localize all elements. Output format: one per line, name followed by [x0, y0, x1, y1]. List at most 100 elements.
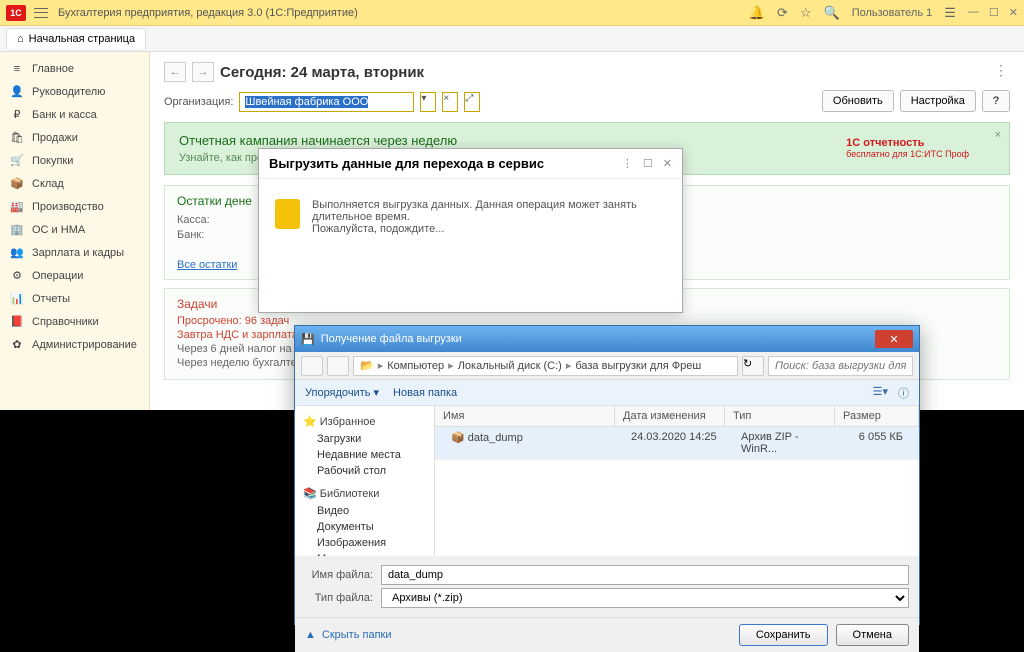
close-icon[interactable]: ✕	[1009, 6, 1018, 19]
tree-item[interactable]: Музыка	[303, 551, 426, 556]
folder-tree[interactable]: ⭐ ИзбранноеЗагрузкиНедавние местаРабочий…	[295, 406, 435, 556]
sidebar-label: Банк и касса	[32, 109, 97, 121]
sidebar-label: Руководителю	[32, 86, 105, 98]
sidebar-label: Продажи	[32, 132, 78, 144]
col-name[interactable]: Имя	[435, 406, 615, 426]
sidebar-item[interactable]: 🏢 ОС и НМА	[0, 218, 149, 241]
org-open-button[interactable]: ⤢	[464, 92, 480, 112]
sidebar-item[interactable]: ₽Банк и касса	[0, 103, 149, 126]
app-logo-icon: 1C	[6, 5, 26, 21]
tree-item[interactable]: Недавние места	[303, 447, 426, 463]
sidebar-icon: ✿	[10, 338, 24, 351]
sidebar-item[interactable]: 🏭Производство	[0, 195, 149, 218]
tree-item[interactable]: Загрузки	[303, 431, 426, 447]
export-modal: Выгрузить данные для перехода в сервис ⋮…	[258, 148, 683, 313]
maximize-icon[interactable]: ☐	[989, 6, 999, 19]
app-title: Бухгалтерия предприятия, редакция 3.0 (1…	[58, 7, 749, 19]
refresh-button[interactable]: Обновить	[822, 90, 894, 112]
archive-icon: 📦	[451, 432, 465, 444]
search-icon[interactable]: 🔍	[824, 5, 840, 21]
save-button[interactable]: Сохранить	[739, 624, 828, 646]
more-icon[interactable]: ⋮	[994, 62, 1008, 79]
forward-button[interactable]: →	[192, 62, 214, 82]
new-folder-button[interactable]: Новая папка	[393, 387, 457, 399]
sidebar-label: Справочники	[32, 316, 99, 328]
back-button[interactable]: ←	[164, 62, 186, 82]
col-date[interactable]: Дата изменения	[615, 406, 725, 426]
all-balances-link[interactable]: Все остатки	[177, 259, 237, 271]
sidebar-icon: 🛍	[10, 131, 24, 144]
sidebar-item[interactable]: 📊Отчеты	[0, 287, 149, 310]
banner-close-icon[interactable]: ×	[995, 129, 1001, 141]
settings-button[interactable]: Настройка	[900, 90, 976, 112]
col-type[interactable]: Тип	[725, 406, 835, 426]
sidebar-icon: ≡	[10, 63, 24, 75]
sidebar-label: Склад	[32, 178, 64, 190]
sidebar-item[interactable]: 👥Зарплата и кадры	[0, 241, 149, 264]
modal-settings-icon[interactable]: ⋮	[622, 157, 633, 170]
nav-back-button[interactable]	[301, 356, 323, 376]
sidebar-label: ОС и НМА	[32, 224, 85, 236]
tree-item[interactable]: Изображения	[303, 535, 426, 551]
view-menu-icon[interactable]: ☰▾	[873, 385, 888, 401]
tab-label: Начальная страница	[29, 33, 135, 45]
menu-icon[interactable]	[34, 8, 48, 18]
sidebar-item[interactable]: 📕Справочники	[0, 310, 149, 333]
tree-item[interactable]: Видео	[303, 503, 426, 519]
sidebar-icon: 📊	[10, 292, 24, 305]
sidebar-item[interactable]: 🛒 Покупки	[0, 149, 149, 172]
sidebar-icon: 👤	[10, 85, 24, 98]
org-input[interactable]: Швейная фабрика ООО	[239, 92, 414, 112]
tabbar: ⌂ Начальная страница	[0, 26, 1024, 52]
titlebar: 1C Бухгалтерия предприятия, редакция 3.0…	[0, 0, 1024, 26]
reporting-logo-icon: 1С отчетностьбесплатно для 1С:ИТС Проф	[846, 133, 969, 159]
tab-home[interactable]: ⌂ Начальная страница	[6, 28, 146, 49]
star-icon[interactable]: ☆	[800, 5, 812, 21]
sidebar-label: Зарплата и кадры	[32, 247, 124, 259]
modal-message: Выполняется выгрузка данных. Данная опер…	[312, 199, 666, 223]
sidebar-icon: 🏢	[10, 223, 24, 236]
tree-item[interactable]: Документы	[303, 519, 426, 535]
sidebar: ≡ Главное 👤 Руководителю ₽Банк и касса 🛍 Прода…	[0, 52, 150, 410]
refresh-button[interactable]: ↻	[742, 356, 764, 376]
sidebar-label: Администрирование	[32, 339, 137, 351]
panel-icon[interactable]: ☰	[944, 5, 956, 21]
sidebar-item[interactable]: ≡ Главное	[0, 58, 149, 80]
help-icon[interactable]: ⓘ	[898, 385, 909, 401]
help-button[interactable]: ?	[982, 90, 1010, 112]
breadcrumb[interactable]: 📂 ▸ Компьютер ▸ Локальный диск (C:) ▸ ба…	[353, 356, 738, 376]
home-icon: ⌂	[17, 33, 24, 45]
organize-menu[interactable]: Упорядочить ▾	[305, 386, 379, 399]
org-clear-button[interactable]: ×	[442, 92, 458, 112]
sidebar-icon: 🛒	[10, 154, 24, 167]
file-row[interactable]: 📦 data_dump 24.03.2020 14:25 Архив ZIP -…	[435, 427, 919, 460]
org-label: Организация:	[164, 96, 233, 108]
user-label[interactable]: Пользователь 1	[852, 7, 933, 19]
filename-label: Имя файла:	[305, 569, 373, 581]
filetype-select[interactable]: Архивы (*.zip)	[381, 588, 909, 608]
filetype-label: Тип файла:	[305, 592, 373, 604]
sidebar-label: Главное	[32, 63, 74, 75]
modal-maximize-icon[interactable]: ☐	[643, 157, 653, 170]
filename-input[interactable]	[381, 565, 909, 585]
org-dropdown-button[interactable]: ▾	[420, 92, 436, 112]
dialog-close-button[interactable]: ✕	[875, 330, 913, 348]
sidebar-label: Покупки	[32, 155, 73, 167]
dialog-title: Получение файла выгрузки	[321, 333, 875, 345]
history-icon[interactable]: ⟳	[777, 5, 788, 21]
save-icon: 💾	[301, 333, 315, 346]
file-save-dialog: 💾 Получение файла выгрузки ✕ 📂 ▸ Компьют…	[294, 325, 920, 625]
nav-forward-button[interactable]	[327, 356, 349, 376]
minimize-icon[interactable]: —	[968, 6, 979, 19]
sidebar-item[interactable]: ✿ Администрирование	[0, 333, 149, 356]
modal-close-icon[interactable]: ✕	[663, 157, 672, 170]
bell-icon[interactable]: 🔔	[749, 5, 765, 21]
sidebar-item[interactable]: ⚙Операции	[0, 264, 149, 287]
search-input[interactable]	[768, 356, 913, 376]
sidebar-item[interactable]: 📦Склад	[0, 172, 149, 195]
cancel-button[interactable]: Отмена	[836, 624, 909, 646]
tree-item[interactable]: Рабочий стол	[303, 463, 426, 479]
sidebar-item[interactable]: 👤 Руководителю	[0, 80, 149, 103]
sidebar-item[interactable]: 🛍 Продажи	[0, 126, 149, 149]
col-size[interactable]: Размер	[835, 406, 919, 426]
